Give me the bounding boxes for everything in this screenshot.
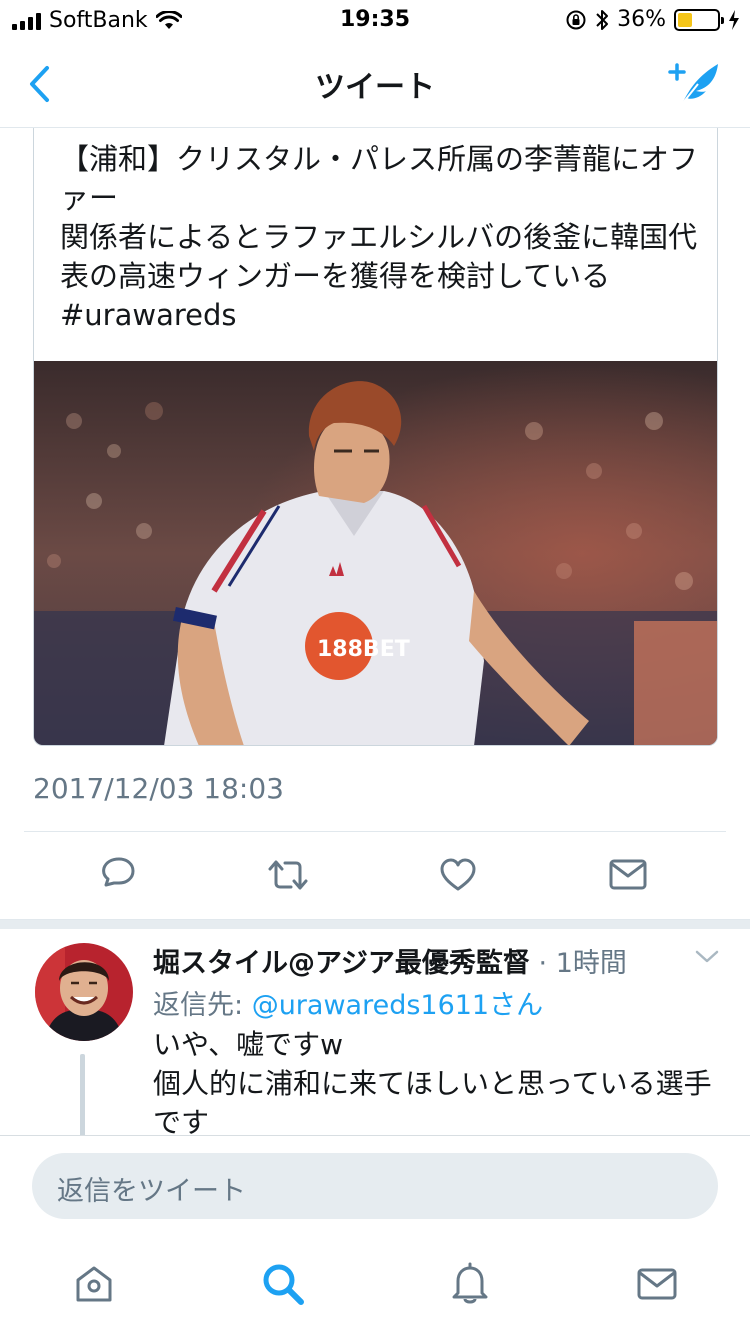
tab-home[interactable] [69,1259,119,1309]
reply-to-line: 返信先: @urawareds1611さん [153,983,543,1022]
battery-percent: 36% [617,7,666,32]
rotation-lock-icon [566,10,586,29]
tweet-text: 【浦和】クリスタル・パレス所属の李菁龍にオファー 関係者によるとラファエルシルバ… [60,142,699,332]
like-button[interactable] [428,845,488,905]
reply-composer-input[interactable]: 返信をツイート [32,1153,718,1219]
reply-author-name[interactable]: 堀スタイル@アジア最優秀監督 [153,948,530,979]
dm-button[interactable] [598,845,658,905]
bell-icon [452,1262,488,1304]
separator-dot: · [538,948,548,979]
tweet-image[interactable]: 188BET [34,361,717,745]
reply-text: いや、嘘ですw 個人的に浦和に来てほしいと思っている選手です [153,1028,712,1135]
tab-messages[interactable] [632,1259,682,1309]
tweet-card[interactable]: 【浦和】クリスタル・パレス所属の李菁龍にオファー 関係者によるとラファエルシルバ… [33,128,718,746]
search-icon [263,1264,304,1305]
reply-tweet[interactable]: 堀スタイル@アジア最優秀監督 · 1時間 返信先: @urawareds1611… [0,929,750,1135]
battery-icon [674,8,724,31]
navigation-bar: ツイート [0,40,750,128]
status-bar: SoftBank 19:35 36% [0,0,750,40]
retweet-icon [268,860,308,890]
charging-icon [729,9,739,30]
compose-tweet-icon[interactable] [668,58,722,108]
reply-icon [102,857,135,887]
page-title: ツイート [315,70,435,105]
retweet-button[interactable] [258,845,318,905]
reply-button[interactable] [88,845,148,905]
jersey-sponsor-text: 188BET [317,637,410,662]
tweet-timestamp: 2017/12/03 18:03 [33,772,284,805]
tab-notifications[interactable] [445,1259,495,1309]
thread-line [80,1054,85,1135]
reply-to-prefix: 返信先: [153,990,252,1021]
composer-placeholder: 返信をツイート [57,1176,246,1207]
status-right: 36% [565,7,740,32]
tab-search[interactable] [258,1259,308,1309]
bluetooth-icon [596,9,609,30]
reply-to-handle[interactable]: @urawareds1611さん [252,990,543,1021]
mail-icon [637,1268,677,1300]
divider [24,831,726,832]
section-separator [0,919,750,929]
reply-time: 1時間 [555,948,627,979]
chevron-down-icon[interactable] [694,947,720,967]
tab-bar [0,1237,750,1334]
reply-header: 堀スタイル@アジア最優秀監督 · 1時間 [153,941,627,980]
home-icon [76,1266,112,1302]
tweet-actions [0,845,750,907]
avatar[interactable] [35,943,133,1041]
heart-icon [440,858,476,891]
mail-icon [609,859,647,890]
divider [0,1135,750,1136]
